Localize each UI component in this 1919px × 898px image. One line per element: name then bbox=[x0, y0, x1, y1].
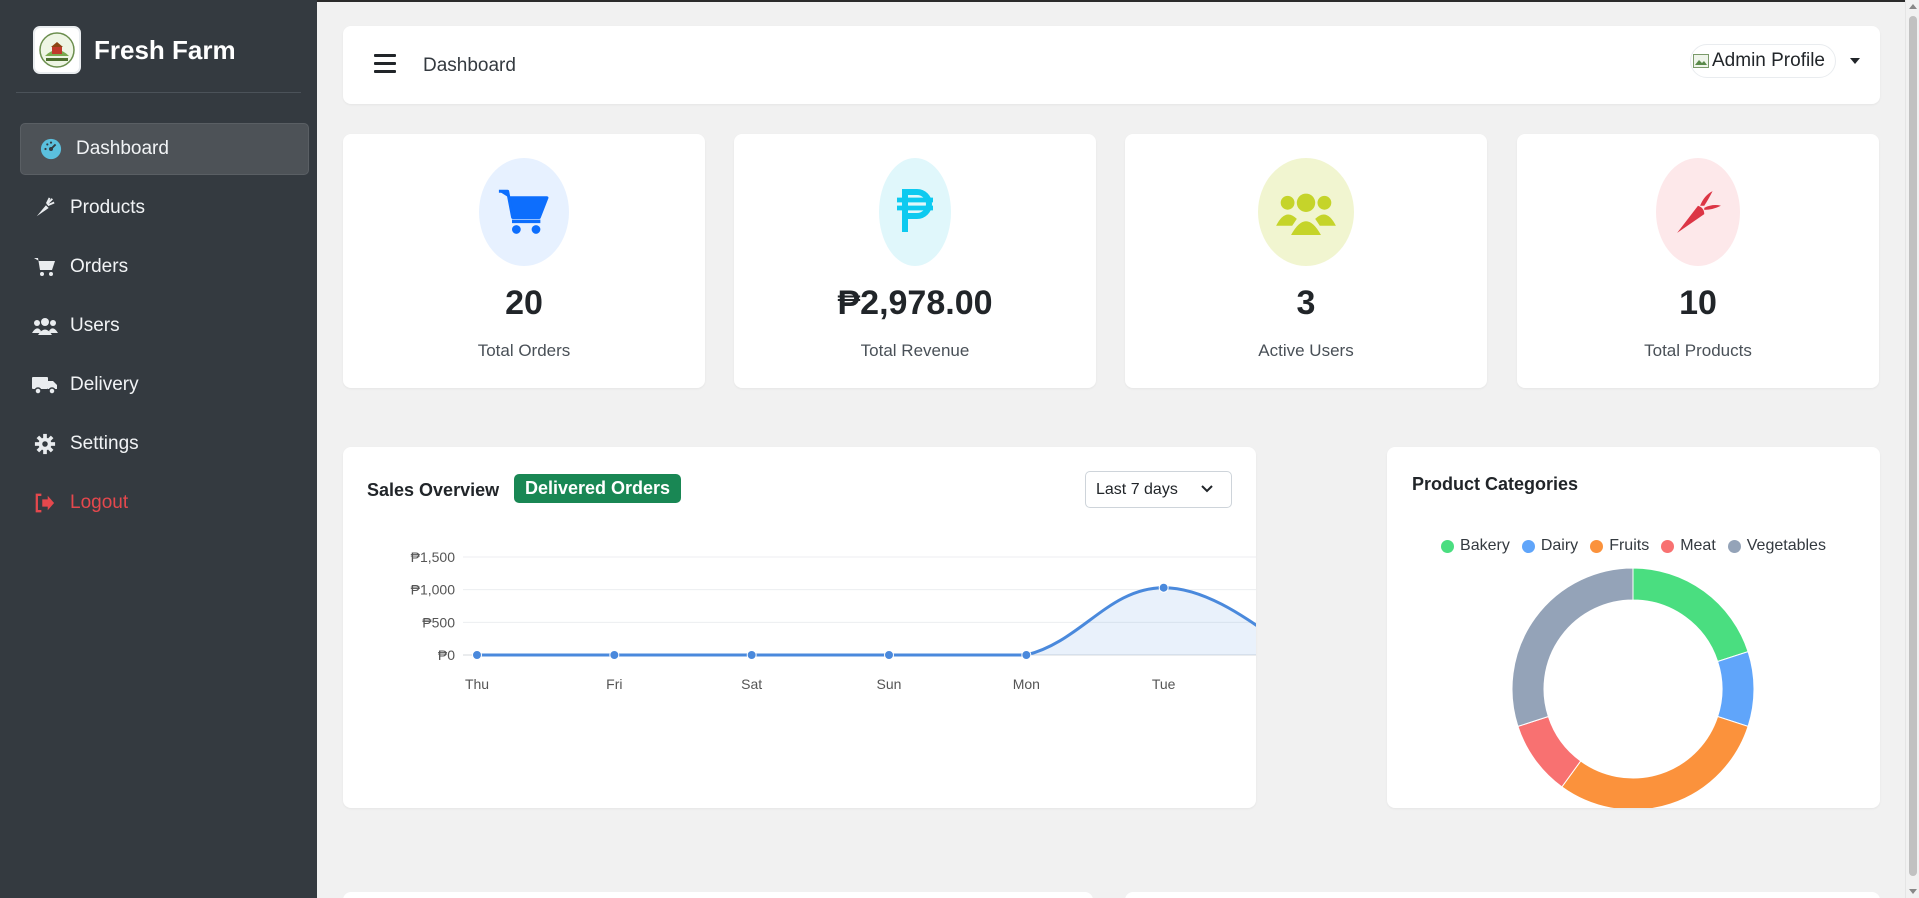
x-tick-label: Sat bbox=[741, 676, 762, 692]
data-point bbox=[609, 650, 620, 660]
sidebar-item-label: Settings bbox=[70, 433, 139, 454]
pie-slice bbox=[1632, 567, 1749, 663]
stat-value: 10 bbox=[1679, 284, 1717, 322]
sidebar-item-delivery[interactable]: Delivery bbox=[20, 359, 309, 411]
stat-card-orders: 20 Total Orders bbox=[343, 134, 705, 388]
sidebar-item-label: Users bbox=[70, 315, 120, 336]
cart-icon bbox=[479, 158, 569, 266]
sidebar-item-settings[interactable]: Settings bbox=[20, 418, 309, 470]
x-tick-label: Thu bbox=[465, 676, 489, 692]
sidebar-item-orders[interactable]: Orders bbox=[20, 241, 309, 293]
users-icon bbox=[32, 314, 58, 338]
stat-value: ₱2,978.00 bbox=[837, 284, 993, 322]
x-tick-label: Fri bbox=[606, 676, 622, 692]
chevron-down-icon bbox=[1850, 58, 1860, 64]
scroll-down-icon[interactable] bbox=[1909, 889, 1917, 894]
scrollbar-thumb[interactable] bbox=[1909, 16, 1917, 876]
broken-image-icon bbox=[1693, 54, 1709, 68]
app-name: Fresh Farm bbox=[94, 34, 236, 65]
x-tick-label: Mon bbox=[1013, 676, 1040, 692]
avatar: Admin Profile bbox=[1690, 44, 1836, 78]
window-top-border bbox=[317, 0, 1919, 2]
truck-icon bbox=[32, 373, 58, 397]
users-icon bbox=[1258, 158, 1354, 266]
pie-slice bbox=[1511, 567, 1634, 728]
stat-label: Total Revenue bbox=[860, 341, 970, 360]
stat-label: Active Users bbox=[1258, 341, 1354, 360]
lower-card bbox=[343, 892, 1093, 898]
data-point bbox=[884, 650, 894, 660]
data-point bbox=[472, 650, 482, 660]
data-point bbox=[1158, 582, 1169, 593]
product-categories-card: Product Categories Bakery Dairy Fruits Meat… bbox=[1387, 447, 1880, 808]
sidebar: Fresh Farm Dashboard Products Orders Use… bbox=[0, 0, 317, 898]
y-tick-label: ₱1,500 bbox=[411, 549, 456, 565]
sidebar-item-label: Logout bbox=[70, 492, 129, 513]
sidebar-item-logout[interactable]: Logout bbox=[20, 477, 309, 529]
logo bbox=[33, 26, 81, 74]
lower-card bbox=[1125, 892, 1880, 898]
peso-icon bbox=[879, 158, 951, 266]
stat-card-products: 10 Total Products bbox=[1517, 134, 1879, 388]
page-title: Dashboard bbox=[423, 55, 516, 76]
y-tick-label: ₱1,000 bbox=[411, 582, 456, 598]
sidebar-nav: Dashboard Products Orders Users Delivery bbox=[20, 123, 309, 536]
stat-value: 3 bbox=[1296, 284, 1316, 322]
sidebar-item-users[interactable]: Users bbox=[20, 300, 309, 352]
y-tick-label: ₱0 bbox=[438, 647, 455, 663]
profile-dropdown[interactable]: Admin Profile bbox=[1690, 44, 1860, 78]
data-point bbox=[746, 650, 757, 660]
gear-icon bbox=[32, 432, 58, 456]
y-tick-label: ₱500 bbox=[422, 614, 455, 630]
stat-card-users: 3 Active Users bbox=[1125, 134, 1487, 388]
stat-label: Total Products bbox=[1644, 341, 1752, 360]
header-bar: Dashboard Admin Profile bbox=[343, 26, 1880, 104]
sidebar-item-dashboard[interactable]: Dashboard bbox=[20, 123, 309, 175]
scrollbar[interactable] bbox=[1905, 0, 1919, 898]
gauge-icon bbox=[38, 137, 64, 161]
cart-icon bbox=[32, 255, 58, 279]
logout-icon bbox=[32, 491, 58, 515]
carrot-icon bbox=[1656, 158, 1740, 266]
sidebar-item-label: Orders bbox=[70, 256, 129, 277]
series-area bbox=[477, 587, 1256, 655]
sidebar-item-label: Dashboard bbox=[76, 138, 169, 159]
pie-slice bbox=[1561, 715, 1749, 808]
sidebar-item-label: Products bbox=[70, 197, 145, 218]
carrot-icon bbox=[32, 196, 58, 220]
sidebar-item-label: Delivery bbox=[70, 374, 139, 395]
sales-line-chart: ₱0₱500₱1,000₱1,500ThuFriSatSunMonTueWed bbox=[411, 549, 1256, 692]
data-point bbox=[1021, 650, 1032, 660]
scroll-up-icon[interactable] bbox=[1909, 4, 1917, 9]
categories-donut-chart bbox=[1511, 567, 1755, 808]
divider bbox=[16, 92, 301, 93]
profile-label: Admin Profile bbox=[1712, 50, 1825, 71]
pie-slice bbox=[1717, 650, 1755, 728]
stat-card-revenue: ₱2,978.00 Total Revenue bbox=[734, 134, 1096, 388]
x-tick-label: Tue bbox=[1152, 676, 1176, 692]
sidebar-item-products[interactable]: Products bbox=[20, 182, 309, 234]
menu-toggle-icon[interactable] bbox=[374, 54, 396, 74]
sales-overview-card: Sales Overview Delivered Orders Last 7 d… bbox=[343, 447, 1256, 808]
x-tick-label: Sun bbox=[877, 676, 902, 692]
stat-value: 20 bbox=[505, 284, 543, 322]
brand[interactable]: Fresh Farm bbox=[33, 26, 236, 74]
stat-label: Total Orders bbox=[477, 341, 571, 360]
